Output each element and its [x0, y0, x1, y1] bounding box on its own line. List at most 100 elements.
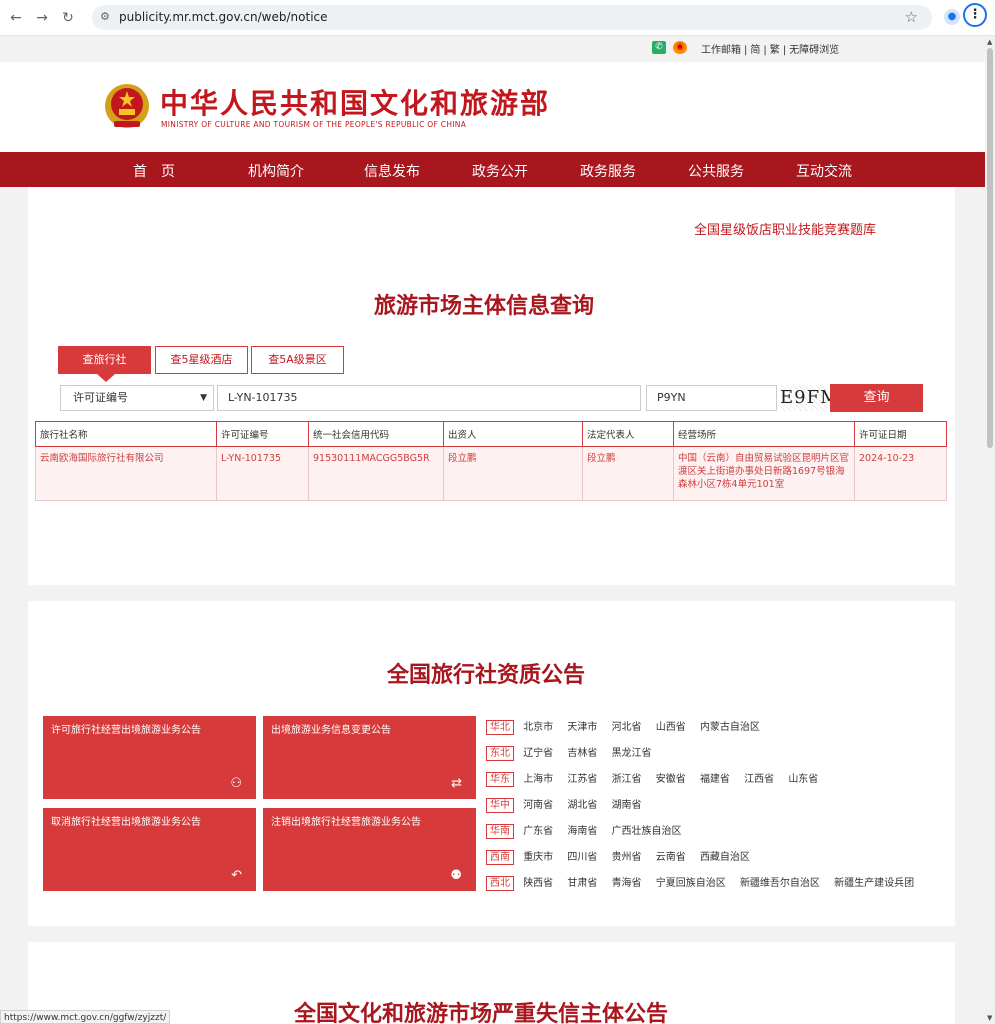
province-link[interactable]: 广东省 — [523, 822, 553, 837]
scroll-up-icon[interactable]: ▲ — [987, 38, 992, 46]
investor-cell: 段立鹏 — [443, 446, 583, 501]
province-link[interactable]: 辽宁省 — [523, 744, 553, 759]
table-row[interactable]: 云南欧海国际旅行社有限公司 L-YN-101735 91530111MACGG5… — [35, 446, 947, 501]
back-icon[interactable]: ← — [6, 8, 26, 28]
card-info-change[interactable]: 出境旅游业务信息变更公告 ⇄ — [263, 716, 476, 799]
province-link[interactable]: 浙江省 — [612, 770, 642, 785]
province-link[interactable]: 青海省 — [612, 874, 642, 889]
province-link[interactable]: 天津市 — [567, 718, 597, 733]
column-header: 旅行社名称 — [35, 421, 217, 447]
person-check-icon: ⚇ — [230, 776, 242, 791]
province-link[interactable]: 江西省 — [744, 770, 774, 785]
license-number-input[interactable]: L-YN-101735 — [217, 385, 641, 411]
reload-icon[interactable]: ↻ — [58, 8, 78, 28]
region-row-south: 华南 广东省 海南省 广西壮族自治区 — [486, 822, 693, 839]
province-link[interactable]: 重庆市 — [523, 848, 553, 863]
nav-about[interactable]: 机构简介 — [248, 161, 304, 181]
province-link[interactable]: 贵州省 — [612, 848, 642, 863]
province-link[interactable]: 西藏自治区 — [700, 848, 750, 863]
search-type-select[interactable]: 许可证编号 ▼ — [60, 385, 214, 411]
simplified-link[interactable]: 简 — [750, 45, 760, 56]
province-link[interactable]: 海南省 — [567, 822, 597, 837]
site-info-icon[interactable]: ⚙ — [100, 10, 110, 23]
main-navigation: 首 页 机构简介 信息发布 政务公开 政务服务 公共服务 互动交流 — [0, 152, 985, 187]
province-link[interactable]: 云南省 — [656, 848, 686, 863]
province-link[interactable]: 湖南省 — [612, 796, 642, 811]
province-link[interactable]: 河北省 — [612, 718, 642, 733]
tab-travel-agency[interactable]: 查旅行社 — [58, 346, 151, 374]
province-link[interactable]: 河南省 — [523, 796, 553, 811]
work-email-link[interactable]: 工作邮箱 — [701, 45, 741, 56]
captcha-image[interactable]: E9FM — [780, 385, 839, 411]
province-link[interactable]: 黑龙江省 — [612, 744, 652, 759]
province-link[interactable]: 新疆维吾尔自治区 — [740, 874, 820, 889]
province-link[interactable]: 上海市 — [523, 770, 553, 785]
province-link[interactable]: 山西省 — [656, 718, 686, 733]
forward-icon[interactable]: → — [32, 8, 52, 28]
address-bar[interactable]: ⚙ publicity.mr.mct.gov.cn/web/notice ☆ — [92, 5, 932, 30]
nav-home[interactable]: 首 页 — [133, 161, 175, 181]
utility-bar: ✆ ◉ 工作邮箱 | 简 | 繁 | 无障碍浏览 — [0, 36, 985, 62]
region-tag[interactable]: 西北 — [486, 876, 514, 891]
browser-menu-icon[interactable]: ⋮ — [963, 3, 987, 27]
region-row-northeast: 东北 辽宁省 吉林省 黑龙江省 — [486, 744, 663, 761]
query-section-title: 旅游市场主体信息查询 — [374, 294, 595, 319]
card-cancel-license[interactable]: 取消旅行社经营出境旅游业务公告 ↶ — [43, 808, 256, 891]
accessibility-link[interactable]: 无障碍浏览 — [789, 45, 839, 56]
profile-icon[interactable]: ● — [944, 9, 960, 25]
province-link[interactable]: 吉林省 — [567, 744, 597, 759]
nav-gov-affairs[interactable]: 政务公开 — [472, 161, 528, 181]
license-date-cell: 2024-10-23 — [854, 446, 947, 501]
province-link[interactable]: 四川省 — [567, 848, 597, 863]
tab-5a-scenic-area[interactable]: 查5A级景区 — [251, 346, 344, 374]
credit-code-cell: 91530111MACGG5BG5R — [308, 446, 444, 501]
card-label: 出境旅游业务信息变更公告 — [271, 725, 391, 736]
province-link[interactable]: 江苏省 — [567, 770, 597, 785]
tab-five-star-hotel[interactable]: 查5星级酒店 — [155, 346, 248, 374]
nav-gov-services[interactable]: 政务服务 — [580, 161, 636, 181]
blacklist-section-title: 全国文化和旅游市场严重失信主体公告 — [294, 1002, 669, 1024]
card-deregister-license[interactable]: 注销出境旅行社经营旅游业务公告 ⚉ — [263, 808, 476, 891]
province-link[interactable]: 广西壮族自治区 — [612, 822, 682, 837]
region-tag[interactable]: 华东 — [486, 772, 514, 787]
family-icon: ⚉ — [450, 868, 462, 883]
province-link[interactable]: 山东省 — [788, 770, 818, 785]
card-outbound-license[interactable]: 许可旅行社经营出境旅游业务公告 ⚇ — [43, 716, 256, 799]
province-link[interactable]: 内蒙古自治区 — [700, 718, 760, 733]
nav-news[interactable]: 信息发布 — [364, 161, 420, 181]
page-scrollbar[interactable]: ▲ ▼ — [985, 36, 995, 1024]
scroll-down-icon[interactable]: ▼ — [987, 1014, 992, 1022]
wechat-icon[interactable]: ✆ — [652, 41, 666, 54]
scrollbar-thumb[interactable] — [987, 48, 993, 448]
traditional-link[interactable]: 繁 — [770, 45, 780, 56]
nav-interaction[interactable]: 互动交流 — [796, 161, 852, 181]
site-title[interactable]: 中华人民共和国文化和旅游部 — [160, 82, 550, 122]
captcha-input[interactable]: P9YN — [646, 385, 777, 411]
swap-icon: ⇄ — [451, 776, 462, 791]
chevron-down-icon: ▼ — [200, 393, 207, 403]
site-header: 中华人民共和国文化和旅游部 MINISTRY OF CULTURE AND TO… — [0, 62, 985, 152]
query-button[interactable]: 查询 — [830, 384, 923, 412]
contest-question-bank-link[interactable]: 全国星级饭店职业技能竞赛题库 — [694, 219, 876, 238]
province-link[interactable]: 北京市 — [523, 718, 553, 733]
column-header: 法定代表人 — [582, 421, 674, 447]
province-link[interactable]: 陕西省 — [523, 874, 553, 889]
nav-public-services[interactable]: 公共服务 — [688, 161, 744, 181]
province-link[interactable]: 湖北省 — [567, 796, 597, 811]
region-tag[interactable]: 华南 — [486, 824, 514, 839]
card-label: 许可旅行社经营出境旅游业务公告 — [51, 725, 201, 736]
url-text[interactable]: publicity.mr.mct.gov.cn/web/notice — [119, 10, 328, 24]
region-tag[interactable]: 华北 — [486, 720, 514, 735]
weibo-icon[interactable]: ◉ — [673, 41, 687, 54]
province-link[interactable]: 宁夏回族自治区 — [656, 874, 726, 889]
province-link[interactable]: 甘肃省 — [567, 874, 597, 889]
region-tag[interactable]: 西南 — [486, 850, 514, 865]
site-subtitle: MINISTRY OF CULTURE AND TOURISM OF THE P… — [161, 120, 467, 129]
region-tag[interactable]: 东北 — [486, 746, 514, 761]
province-link[interactable]: 福建省 — [700, 770, 730, 785]
province-link[interactable]: 安徽省 — [656, 770, 686, 785]
bookmark-star-icon[interactable]: ☆ — [905, 8, 918, 26]
region-tag[interactable]: 华中 — [486, 798, 514, 813]
province-link[interactable]: 新疆生产建设兵团 — [834, 874, 914, 889]
active-tab-pointer — [97, 374, 115, 382]
